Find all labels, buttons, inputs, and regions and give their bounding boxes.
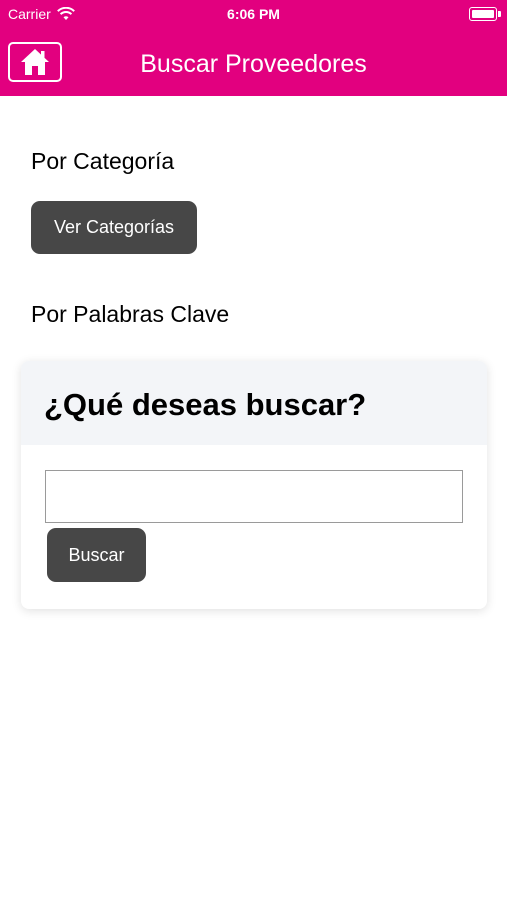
battery-icon [469,7,501,21]
status-time: 6:06 PM [227,6,280,22]
search-input[interactable] [45,470,463,523]
nav-bar: Buscar Proveedores [0,28,507,96]
search-card-header: ¿Qué deseas buscar? [21,361,487,445]
keyword-section-label: Por Palabras Clave [31,301,230,327]
page-title: Buscar Proveedores [140,50,367,78]
view-categories-button[interactable]: Ver Categorías [31,201,197,254]
screen: Carrier 6:06 PM Buscar Proveedores Por C… [0,0,507,900]
search-card-title: ¿Qué deseas buscar? [44,387,367,422]
search-card: ¿Qué deseas buscar? Buscar [21,361,487,609]
category-section-label: Por Categoría [31,148,175,174]
search-button[interactable]: Buscar [47,528,146,582]
status-bar: Carrier 6:06 PM [0,0,507,28]
